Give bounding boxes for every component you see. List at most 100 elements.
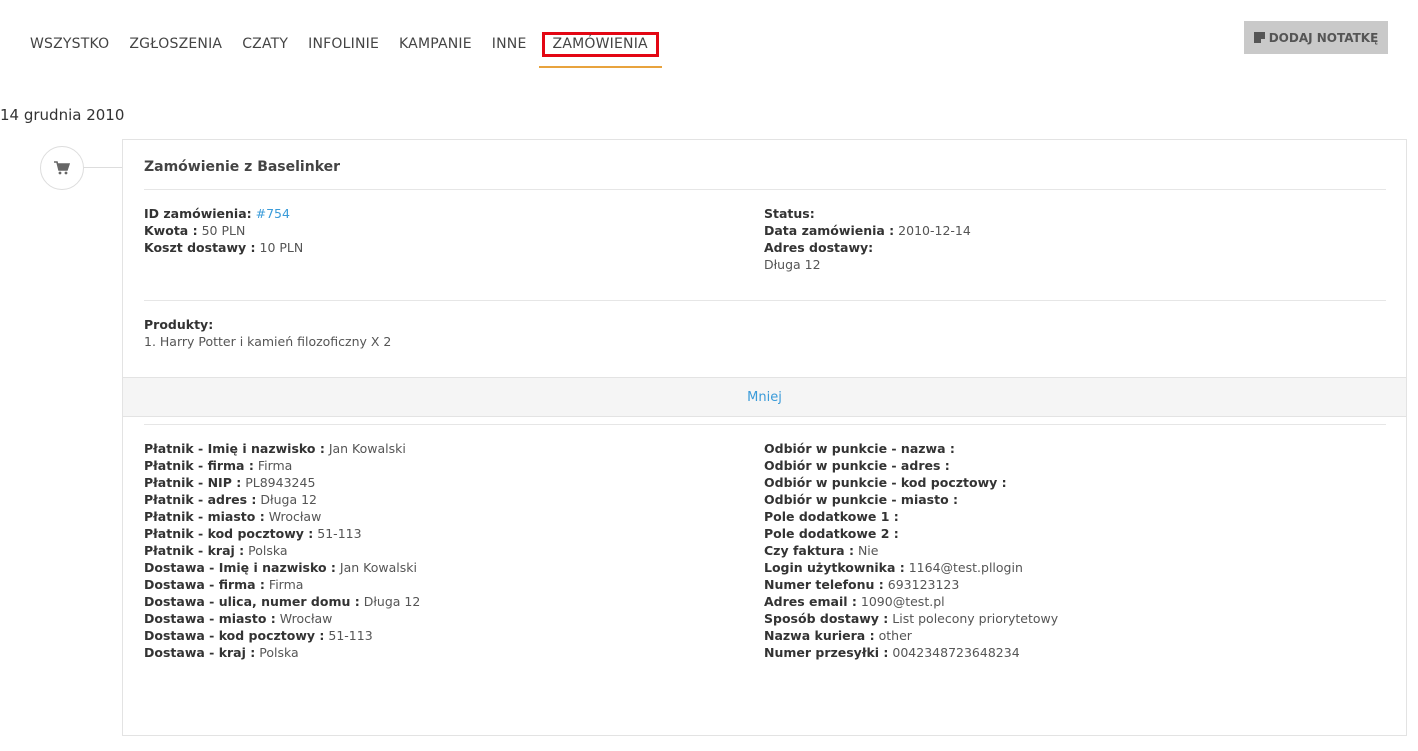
order-title: Zamówienie z Baselinker [144, 159, 341, 175]
detail-label: Płatnik - adres : [144, 492, 257, 507]
add-note-label: DODAJ NOTATKĘ [1268, 30, 1379, 45]
detail-value: Długa 12 [363, 594, 421, 609]
detail-label: Numer telefonu : [764, 577, 884, 592]
detail-row: Czy faktura : Nie [764, 542, 1058, 559]
detail-row: Adres email : 1090@test.pl [764, 593, 1058, 610]
detail-value: Jan Kowalski [339, 560, 417, 575]
detail-row: Numer telefonu : 693123123 [764, 576, 1058, 593]
detail-label: Dostawa - kraj : [144, 645, 256, 660]
tab-wszystko[interactable]: WSZYSTKO [30, 33, 109, 52]
detail-label: Dostawa - miasto : [144, 611, 276, 626]
products-value: 1. Harry Potter i kamień filozoficzny X … [144, 334, 392, 349]
order-address-value: Długa 12 [764, 257, 821, 272]
detail-value: Długa 12 [260, 492, 317, 507]
details-left: Płatnik - Imię i nazwisko : Jan Kowalski… [144, 440, 420, 661]
detail-row: Odbiór w punkcie - miasto : [764, 491, 1058, 508]
detail-value: 1164@test.pllogin [908, 560, 1023, 575]
tab-zamowienia-label: ZAMÓWIENIA [541, 32, 659, 57]
detail-row: Płatnik - kraj : Polska [144, 542, 420, 559]
detail-label: Płatnik - kraj : [144, 543, 245, 558]
detail-value: 0042348723648234 [892, 645, 1020, 660]
detail-row: Pole dodatkowe 1 : [764, 508, 1058, 525]
detail-value: other [878, 628, 912, 643]
detail-label: Pole dodatkowe 1 : [764, 509, 899, 524]
detail-row: Dostawa - kod pocztowy : 51-113 [144, 627, 420, 644]
detail-value: 51-113 [317, 526, 362, 541]
order-id-row: ID zamówienia: #754 [144, 206, 290, 221]
detail-label: Odbiór w punkcie - kod pocztowy : [764, 475, 1007, 490]
detail-label: Czy faktura : [764, 543, 854, 558]
detail-label: Odbiór w punkcie - adres : [764, 458, 950, 473]
detail-label: Płatnik - firma : [144, 458, 254, 473]
divider [144, 300, 1386, 301]
collapse-details-link[interactable]: Mniej [747, 390, 782, 405]
detail-row: Płatnik - adres : Długa 12 [144, 491, 420, 508]
tab-zgloszenia[interactable]: ZGŁOSZENIA [129, 33, 222, 52]
detail-label: Dostawa - firma : [144, 577, 265, 592]
detail-row: Login użytkownika : 1164@test.pllogin [764, 559, 1058, 576]
detail-value: Wrocław [268, 509, 322, 524]
detail-row: Odbiór w punkcie - nazwa : [764, 440, 1058, 457]
products-label: Produkty: [144, 317, 214, 332]
add-note-button[interactable]: DODAJ NOTATKĘ [1244, 21, 1388, 54]
divider [144, 189, 1386, 190]
timeline-connector [84, 167, 122, 168]
order-address-label: Adres dostawy: [764, 240, 874, 255]
detail-label: Dostawa - Imię i nazwisko : [144, 560, 336, 575]
detail-row: Płatnik - miasto : Wrocław [144, 508, 420, 525]
detail-label: Numer przesyłki : [764, 645, 889, 660]
detail-row: Płatnik - Imię i nazwisko : Jan Kowalski [144, 440, 420, 457]
order-summary-left: ID zamówienia: #754 Kwota : 50 PLN Koszt… [144, 205, 303, 256]
details-toggle-bar: Mniej [123, 377, 1406, 417]
tab-infolinie[interactable]: INFOLINIE [308, 33, 379, 52]
detail-row: Sposób dostawy : List polecony priorytet… [764, 610, 1058, 627]
detail-label: Odbiór w punkcie - miasto : [764, 492, 959, 507]
order-id-link[interactable]: #754 [256, 206, 290, 221]
detail-row: Dostawa - ulica, numer domu : Długa 12 [144, 593, 420, 610]
detail-label: Płatnik - NIP : [144, 475, 242, 490]
tab-czaty[interactable]: CZATY [242, 33, 288, 52]
detail-row: Płatnik - NIP : PL8943245 [144, 474, 420, 491]
detail-row: Dostawa - miasto : Wrocław [144, 610, 420, 627]
detail-label: Dostawa - kod pocztowy : [144, 628, 325, 643]
tab-inne[interactable]: INNE [492, 33, 527, 52]
detail-label: Płatnik - Imię i nazwisko : [144, 441, 325, 456]
detail-label: Sposób dostawy : [764, 611, 889, 626]
detail-row: Płatnik - kod pocztowy : 51-113 [144, 525, 420, 542]
detail-label: Pole dodatkowe 2 : [764, 526, 899, 541]
divider [144, 424, 1386, 425]
order-amount-row: Kwota : 50 PLN [144, 223, 246, 238]
detail-label: Płatnik - miasto : [144, 509, 265, 524]
detail-value: 693123123 [887, 577, 960, 592]
order-products: Produkty: 1. Harry Potter i kamień filoz… [144, 316, 391, 350]
note-icon [1253, 32, 1265, 43]
order-shipping-cost-row: Koszt dostawy : 10 PLN [144, 240, 304, 255]
detail-label: Login użytkownika : [764, 560, 905, 575]
tab-zamowienia[interactable]: ZAMÓWIENIA [538, 32, 662, 68]
detail-value: Jan Kowalski [328, 441, 406, 456]
detail-value: Wrocław [279, 611, 333, 626]
active-tab-underline [538, 66, 662, 68]
order-summary-right: Status: Data zamówienia : 2010-12-14 Adr… [764, 205, 971, 273]
order-status-row: Status: [764, 206, 815, 221]
detail-label: Płatnik - kod pocztowy : [144, 526, 314, 541]
order-date-row: Data zamówienia : 2010-12-14 [764, 223, 971, 238]
order-card: Zamówienie z Baselinker ID zamówienia: #… [122, 139, 1407, 736]
detail-value: PL8943245 [245, 475, 316, 490]
detail-value: Firma [268, 577, 304, 592]
detail-value: Nie [857, 543, 879, 558]
tab-kampanie[interactable]: KAMPANIE [399, 33, 472, 52]
details-right: Odbiór w punkcie - nazwa : Odbiór w punk… [764, 440, 1058, 661]
detail-row: Dostawa - kraj : Polska [144, 644, 420, 661]
detail-row: Płatnik - firma : Firma [144, 457, 420, 474]
detail-row: Nazwa kuriera : other [764, 627, 1058, 644]
tab-bar: WSZYSTKO ZGŁOSZENIA CZATY INFOLINIE KAMP… [30, 32, 679, 69]
detail-value: 51-113 [328, 628, 373, 643]
detail-value: 1090@test.pl [860, 594, 945, 609]
detail-row: Dostawa - firma : Firma [144, 576, 420, 593]
detail-row: Odbiór w punkcie - adres : [764, 457, 1058, 474]
detail-value: List polecony priorytetowy [892, 611, 1059, 626]
detail-row: Pole dodatkowe 2 : [764, 525, 1058, 542]
detail-row: Dostawa - Imię i nazwisko : Jan Kowalski [144, 559, 420, 576]
detail-row: Numer przesyłki : 0042348723648234 [764, 644, 1058, 661]
